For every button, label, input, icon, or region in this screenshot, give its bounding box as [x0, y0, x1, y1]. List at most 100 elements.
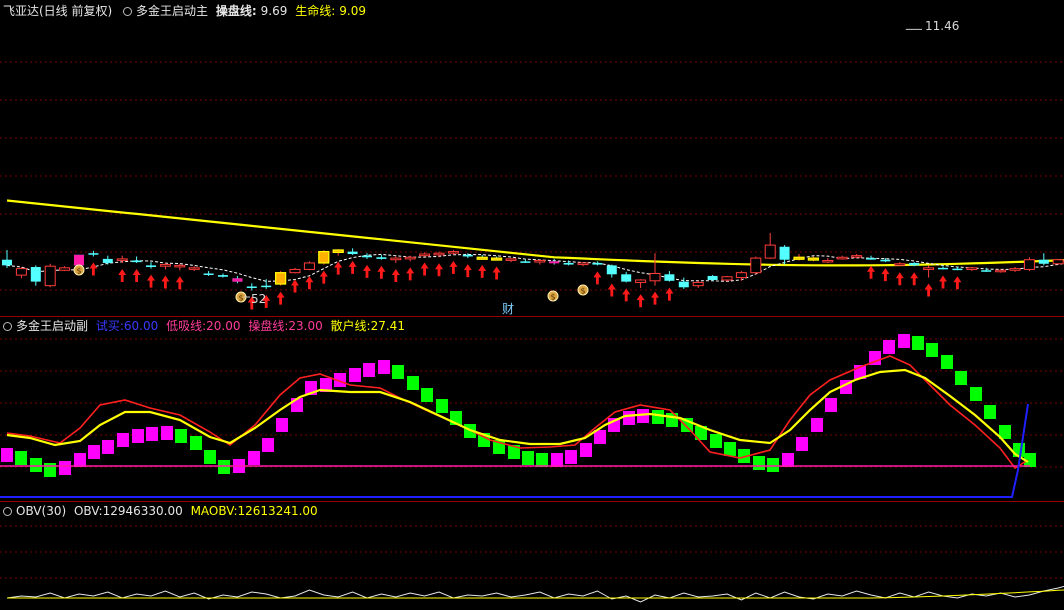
retail-label: 散户线: [330, 319, 371, 333]
indicator-toggle-icon[interactable] [123, 7, 133, 16]
buy-arrow-icon [939, 275, 947, 289]
candle-body [966, 267, 978, 270]
candle-body [390, 257, 402, 261]
buy-arrow-icon [636, 294, 645, 308]
signal-candle [491, 257, 503, 261]
candle-body [995, 269, 1007, 273]
pink-candle [232, 278, 243, 282]
candle-body [1038, 259, 1049, 264]
pink-candle [74, 254, 84, 266]
candle-body [577, 262, 589, 266]
candle-body [707, 275, 718, 280]
indicator-step-box [30, 458, 42, 472]
candle-body [621, 274, 632, 282]
buy-arrow-icon [910, 272, 919, 286]
indicator-step-box [623, 411, 635, 425]
candle-body [218, 275, 228, 277]
candle-body [376, 257, 387, 259]
indicator-toggle-icon[interactable] [3, 322, 12, 331]
indicator-step-box [132, 429, 144, 443]
signal-candle [476, 256, 488, 260]
indicator-step-box [15, 451, 27, 465]
indicator-step-box [392, 365, 404, 379]
money-bag-symbol: $ [550, 293, 555, 302]
candle-body [362, 255, 372, 258]
candle-body [606, 265, 617, 275]
line2-label: 生命线: [295, 4, 336, 18]
buy-arrow-icon [89, 262, 98, 276]
candle-body [347, 251, 358, 255]
signal-candle [807, 257, 820, 261]
buy-arrow-icon [291, 279, 299, 293]
retail-value: 27.41 [370, 319, 405, 333]
signal-candle [332, 249, 344, 254]
candle-body [721, 276, 733, 281]
candle-body [678, 281, 689, 288]
indicator-step-box [652, 410, 664, 424]
finance-event-marker[interactable]: 财 [502, 300, 514, 317]
candle-body [303, 262, 315, 270]
candle-body [952, 268, 963, 271]
buy-arrow-icon [449, 260, 458, 274]
candle-body [261, 285, 272, 288]
indicator-step-box [88, 445, 100, 459]
indicator-step-box [363, 363, 375, 377]
buy-arrow-icon [420, 262, 429, 276]
indicator-step-box [753, 456, 765, 470]
buy-arrow-icon [435, 263, 443, 277]
obv-indicator-name[interactable]: OBV(30) [16, 504, 66, 518]
candle-body [923, 267, 935, 270]
line1-label: 操盘线: [215, 4, 257, 18]
indicator-step-box [190, 436, 202, 450]
candle-body [836, 256, 848, 260]
buy-arrow-icon [867, 265, 875, 279]
indicator-step-box [941, 355, 953, 369]
candle-body [59, 267, 71, 271]
buy-arrow-icon [276, 291, 285, 305]
indicator-step-box [565, 450, 577, 464]
main-indicator-name[interactable]: 多金王启动主 [136, 4, 208, 18]
candle-body [2, 259, 12, 266]
candle-body [909, 262, 920, 266]
indicator-step-box [782, 453, 794, 467]
indicator-toggle-icon[interactable] [3, 507, 12, 516]
candle-body [894, 263, 906, 266]
indicator-step-box [970, 387, 982, 401]
candle-body [779, 246, 790, 260]
sub-indicator-name[interactable]: 多金王启动副 [16, 319, 88, 333]
money-bag-symbol: $ [580, 287, 585, 296]
indicator-step-box [378, 360, 390, 374]
buy-value: 60.00 [123, 319, 159, 333]
candle-body [15, 268, 27, 276]
panel3-header: OBV(30) OBV:12946330.00 MAOBV:12613241.0… [0, 503, 322, 519]
indicator-step-box [898, 334, 910, 348]
indicator-step-box [59, 461, 71, 475]
buy-arrow-icon [348, 260, 357, 274]
buy-arrow-icon [147, 274, 156, 288]
buy-arrow-icon [953, 276, 962, 290]
candle-body [505, 258, 517, 261]
candle-body [880, 259, 891, 262]
indicator-step-box [724, 442, 736, 456]
candle-body [866, 258, 876, 260]
indicator-step-box [1, 448, 13, 462]
candle-body [764, 244, 776, 259]
candle-body [1009, 268, 1021, 271]
indicator-step-box [218, 460, 230, 474]
candle-body [1052, 259, 1064, 265]
candle-body [649, 273, 661, 282]
low-price-label: 52 [251, 292, 266, 306]
trade-value: 23.00 [288, 319, 323, 333]
candle-body [635, 279, 647, 283]
candle-body [520, 261, 531, 263]
buy-arrow-icon [463, 264, 472, 278]
indicator-step-box [580, 443, 592, 457]
signal-candle [318, 251, 330, 264]
candle-body [404, 256, 416, 260]
indicator-step-box [204, 450, 216, 464]
signal-candle [275, 272, 287, 285]
indicator-step-box [825, 398, 837, 412]
maobv-label: MAOBV: [190, 504, 238, 518]
finance-event-text: 财 [502, 302, 515, 316]
buy-arrow-icon [651, 291, 659, 305]
